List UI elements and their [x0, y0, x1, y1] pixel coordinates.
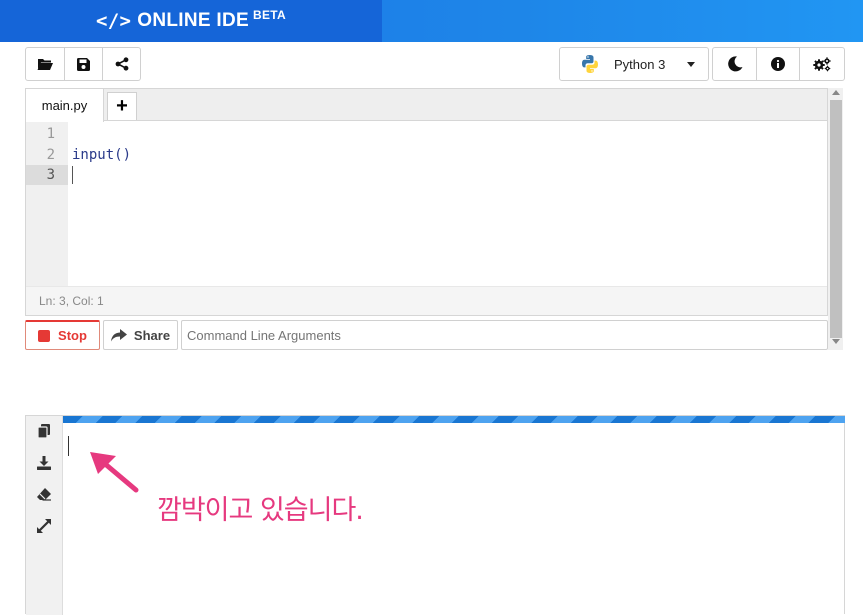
- dark-mode-button[interactable]: [713, 48, 758, 80]
- share-button[interactable]: [103, 48, 140, 80]
- open-folder-icon: [37, 59, 53, 70]
- python-icon: [582, 55, 598, 73]
- settings-icon: [813, 57, 831, 72]
- settings-button[interactable]: [800, 48, 844, 80]
- share-label: Share: [133, 327, 171, 343]
- code-line: input(): [72, 147, 132, 163]
- annotation-arrow-icon: [90, 452, 139, 493]
- add-tab-button[interactable]: +: [107, 92, 137, 120]
- cursor-status: Ln: 3, Col: 1: [26, 286, 827, 315]
- save-button[interactable]: [65, 48, 103, 80]
- info-button[interactable]: [757, 48, 800, 80]
- scroll-up-icon[interactable]: [832, 90, 840, 95]
- language-label: Python 3: [614, 56, 666, 72]
- open-file-button[interactable]: [26, 48, 65, 80]
- eraser-icon[interactable]: [36, 486, 52, 502]
- line-gutter: 1 2 3: [26, 122, 68, 286]
- share-icon: [115, 57, 128, 71]
- running-progress-bar: [63, 416, 845, 423]
- expand-icon[interactable]: [36, 518, 52, 534]
- copy-icon[interactable]: [36, 423, 52, 439]
- beta-badge: BETA: [252, 8, 286, 22]
- output-sidebar: [26, 416, 63, 615]
- annotation-text: 깜박이고 있습니다.: [157, 495, 364, 526]
- line-number: 1: [46, 126, 55, 142]
- view-toolbar: [712, 47, 845, 81]
- stop-label: Stop: [58, 328, 87, 343]
- download-icon[interactable]: [36, 455, 52, 471]
- output-cursor: [68, 436, 69, 456]
- command-line-arguments-input[interactable]: [181, 320, 828, 350]
- stop-button[interactable]: Stop: [25, 320, 100, 350]
- info-icon: [771, 57, 785, 71]
- brand-logo[interactable]: </> ONLINE IDE BETA: [0, 0, 382, 42]
- share-arrow-icon: [110, 328, 127, 341]
- line-number: 2: [46, 147, 55, 163]
- tab-main-py[interactable]: main.py: [26, 89, 104, 122]
- line-number-active: 3: [26, 165, 68, 185]
- code-icon: </>: [96, 10, 132, 32]
- output-panel[interactable]: [25, 415, 845, 615]
- moon-icon: [727, 56, 743, 72]
- top-bar: </> ONLINE IDE BETA: [0, 0, 863, 42]
- file-toolbar: [25, 47, 141, 81]
- language-select[interactable]: Python 3: [559, 47, 709, 81]
- stop-icon: [38, 329, 51, 342]
- text-cursor: [72, 166, 73, 184]
- brand-name: ONLINE IDE: [137, 10, 249, 31]
- tab-bar: main.py +: [26, 89, 827, 122]
- scrollbar-thumb[interactable]: [830, 100, 842, 338]
- scroll-down-icon[interactable]: [832, 339, 840, 344]
- share-code-button[interactable]: Share: [103, 320, 178, 350]
- save-icon: [77, 57, 90, 71]
- caret-down-icon: [687, 61, 696, 67]
- code-editor[interactable]: main.py + 1 2 3 input() Ln: 3, Col: 1: [25, 88, 828, 316]
